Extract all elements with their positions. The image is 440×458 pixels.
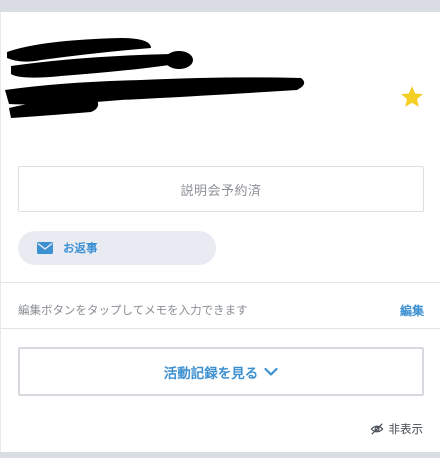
candidate-card: 説明会予約済 お返事 編集ボタンをタップしてメモを入力できます 編集 活動記録を… <box>0 12 440 452</box>
hide-button[interactable]: 非表示 <box>370 421 424 437</box>
star-icon[interactable] <box>399 84 425 110</box>
view-activity-button[interactable]: 活動記録を見る <box>18 347 424 396</box>
edit-memo-link[interactable]: 編集 <box>400 302 424 319</box>
mail-icon <box>37 242 53 254</box>
chevron-down-icon <box>264 367 278 376</box>
hide-label: 非表示 <box>388 422 424 436</box>
memo-row: 編集ボタンをタップしてメモを入力できます 編集 <box>18 294 424 326</box>
redacted-name <box>5 38 305 118</box>
reply-button[interactable]: お返事 <box>18 231 216 265</box>
view-activity-label: 活動記録を見る <box>163 365 259 382</box>
divider <box>1 282 440 283</box>
reply-label: お返事 <box>63 241 98 255</box>
status-text: 説明会予約済 <box>180 183 262 199</box>
divider <box>1 328 440 329</box>
status-box: 説明会予約済 <box>18 166 424 212</box>
eye-off-icon <box>370 423 383 435</box>
memo-hint: 編集ボタンをタップしてメモを入力できます <box>18 303 248 317</box>
